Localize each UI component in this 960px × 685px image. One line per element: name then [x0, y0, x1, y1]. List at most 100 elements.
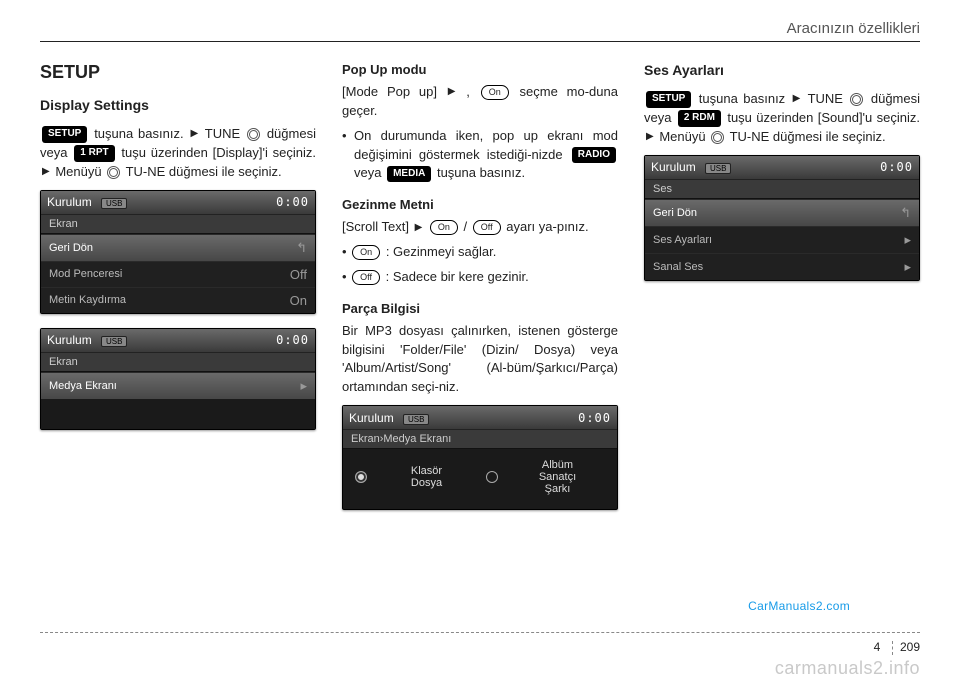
- on-pill: On: [430, 220, 458, 235]
- bullet-item: On durumunda iken, pop up ekranı mod değ…: [342, 127, 618, 184]
- arrow-icon: ▶: [646, 130, 654, 145]
- menu-row-popup: Mod Penceresi Off: [41, 261, 315, 287]
- tune-knob-icon: [107, 166, 120, 179]
- row-label: Geri Dön: [653, 207, 697, 219]
- text: tuşu üzerinden [Display]'i seçiniz.: [121, 145, 316, 160]
- option-label: Dosya: [373, 477, 480, 489]
- page-header: Aracınızın özellikleri: [40, 20, 920, 42]
- menu-row-back: Geri Dön ↰: [645, 199, 919, 226]
- chevron-right-icon: ▸: [904, 259, 911, 275]
- option-album-artist-song: Albüm Sanatçı Şarkı: [504, 459, 611, 495]
- option-label: Şarkı: [504, 483, 611, 495]
- arrow-icon: ▶: [42, 165, 50, 180]
- media-button-label: MEDIA: [387, 166, 431, 183]
- off-pill: Off: [473, 220, 501, 235]
- screen-title: Kurulum: [47, 333, 92, 347]
- column-3: Ses Ayarları SETUP tuşuna basınız ▶ TUNE…: [644, 62, 920, 524]
- menu-row-sound-settings: Ses Ayarları ▸: [645, 226, 919, 253]
- menu-row-virtual-sound: Sanal Ses ▸: [645, 253, 919, 280]
- page-footer: 4 209: [40, 632, 920, 655]
- text: ayarı ya-pınız.: [506, 219, 588, 234]
- heading-scroll-text: Gezinme Metni: [342, 197, 618, 212]
- popup-mode-text: [Mode Pop up] ▶ , On seçme mo-duna geçer…: [342, 83, 618, 121]
- setup-button-label: SETUP: [42, 126, 87, 143]
- screen-breadcrumb: Ses: [645, 179, 919, 199]
- menu-row-media-screen: Medya Ekranı ▸: [41, 372, 315, 399]
- text: tuşu üzerinden [Sound]'u seçiniz.: [727, 110, 920, 125]
- usb-badge: USB: [101, 336, 127, 347]
- setup-button-label: SETUP: [646, 91, 691, 108]
- bullet-off: • Off : Sadece bir kere gezinir.: [342, 268, 618, 287]
- screen-title: Kurulum: [651, 160, 696, 174]
- tune-knob-icon: [247, 128, 260, 141]
- screen-header: Kurulum USB 0:00: [645, 156, 919, 179]
- column-2: Pop Up modu [Mode Pop up] ▶ , On seçme m…: [342, 62, 618, 524]
- chevron-right-icon: ▸: [904, 232, 911, 248]
- row-value: Off: [290, 267, 307, 282]
- screen-breadcrumb: Ekran›Medya Ekranı: [343, 429, 617, 449]
- heading-display-settings: Display Settings: [40, 97, 316, 113]
- screen-clock: 0:00: [880, 160, 913, 174]
- watermark-carmanuals2-info: carmanuals2.info: [775, 658, 920, 679]
- page-number: 4 209: [874, 640, 920, 654]
- screen-title: Kurulum: [47, 195, 92, 209]
- option-label: Klasör: [373, 465, 480, 477]
- radio-button-label: RADIO: [572, 147, 616, 164]
- usb-badge: USB: [101, 198, 127, 209]
- screen-header: Kurulum USB 0:00: [343, 406, 617, 429]
- text: : Sadece bir kere gezinir.: [386, 269, 529, 284]
- text: : Gezinmeyi sağlar.: [386, 244, 497, 259]
- off-pill: Off: [352, 270, 380, 285]
- content-columns: SETUP Display Settings SETUP tuşuna bası…: [40, 62, 920, 524]
- device-screen-sound: Kurulum USB 0:00 Ses Geri Dön ↰ Ses Ayar…: [644, 155, 920, 281]
- option-group: Klasör Dosya Albüm Sanatçı Şarkı: [343, 449, 617, 509]
- radio-selected-icon: [355, 471, 367, 483]
- text: tuşuna basınız.: [437, 165, 525, 180]
- popup-bullets: On durumunda iken, pop up ekranı mod değ…: [342, 127, 618, 184]
- device-screen-media: Kurulum USB 0:00 Ekran Medya Ekranı ▸: [40, 328, 316, 430]
- heading-track-info: Parça Bilgisi: [342, 301, 618, 316]
- row-label: Ses Ayarları: [653, 234, 712, 246]
- screen-clock: 0:00: [276, 333, 309, 347]
- on-pill: On: [481, 85, 509, 100]
- screen-clock: 0:00: [578, 411, 611, 425]
- screen-title: Kurulum: [349, 411, 394, 425]
- screen-breadcrumb: Ekran: [41, 214, 315, 234]
- text: Menüyü: [55, 164, 101, 179]
- row-value: On: [290, 293, 307, 308]
- back-icon: ↰: [296, 240, 307, 256]
- screen-header: Kurulum USB 0:00: [41, 191, 315, 214]
- row-label: Sanal Ses: [653, 261, 703, 273]
- arrow-icon: ▶: [448, 85, 456, 100]
- arrow-icon: ▶: [793, 92, 801, 107]
- text: Menüyü: [659, 129, 705, 144]
- heading-setup: SETUP: [40, 62, 316, 83]
- rdm-button-label: 2 RDM: [678, 110, 721, 127]
- section-number: 4: [874, 640, 881, 654]
- menu-row-scroll: Metin Kaydırma On: [41, 287, 315, 313]
- row-label: Metin Kaydırma: [49, 294, 126, 306]
- option-label: Sanatçı: [504, 471, 611, 483]
- arrow-icon: ▶: [190, 127, 198, 142]
- menu-row-back: Geri Dön ↰: [41, 234, 315, 261]
- text: TU-NE düğmesi ile seçiniz.: [126, 164, 282, 179]
- screen-header: Kurulum USB 0:00: [41, 329, 315, 352]
- device-screen-media-options: Kurulum USB 0:00 Ekran›Medya Ekranı Klas…: [342, 405, 618, 510]
- option-label: Albüm: [504, 459, 611, 471]
- usb-badge: USB: [403, 414, 429, 425]
- row-label: Geri Dön: [49, 242, 93, 254]
- text: /: [464, 219, 468, 234]
- text: tuşuna basınız.: [94, 126, 183, 141]
- text: ,: [466, 84, 470, 99]
- watermark-carmanuals2-com: CarManuals2.com: [748, 599, 850, 613]
- scroll-text-line: [Scroll Text] ▶ On / Off ayarı ya-pınız.: [342, 218, 618, 237]
- radio-unselected-icon: [486, 471, 498, 483]
- page-num: 209: [900, 640, 920, 654]
- row-label: Medya Ekranı: [49, 380, 117, 392]
- text: TUNE: [205, 126, 240, 141]
- tune-knob-icon: [850, 93, 863, 106]
- sound-settings-text: SETUP tuşuna basınız ▶ TUNE düğmesi veya…: [644, 90, 920, 147]
- track-info-text: Bir MP3 dosyası çalınırken, istenen göst…: [342, 322, 618, 397]
- chevron-right-icon: ▸: [300, 378, 307, 394]
- text: TU-NE düğmesi ile seçiniz.: [730, 129, 886, 144]
